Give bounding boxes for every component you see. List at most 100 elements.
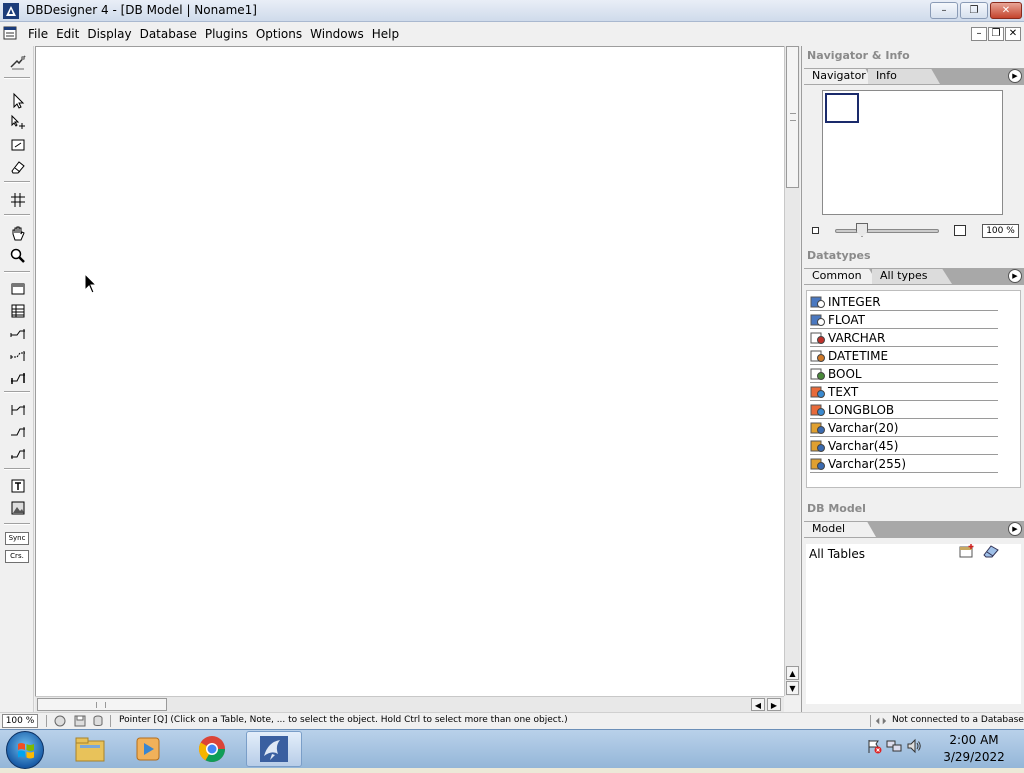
mdi-close-button[interactable]: ✕ — [1005, 27, 1021, 41]
action-center-flag-icon[interactable] — [866, 738, 882, 754]
scroll-down-arrow-icon[interactable]: ▼ — [786, 681, 799, 695]
navigator-viewport-rect[interactable] — [825, 93, 859, 123]
status-divider — [870, 715, 871, 727]
model-canvas[interactable] — [35, 46, 784, 696]
relation-1n-nonid-tool-icon[interactable] — [7, 422, 29, 442]
datatypes-expand-arrow-icon[interactable]: ▶ — [1008, 269, 1022, 283]
database-icon[interactable] — [92, 715, 104, 727]
window-maximize-button[interactable]: ❐ — [960, 2, 988, 19]
menu-plugins[interactable]: Plugins — [201, 26, 252, 42]
mdi-minimize-button[interactable]: – — [971, 27, 987, 41]
move-tool-icon[interactable] — [7, 113, 29, 133]
scroll-up-arrow-icon[interactable]: ▲ — [786, 666, 799, 680]
window-close-button[interactable]: ✕ — [990, 2, 1022, 19]
vertical-scroll-thumb[interactable] — [786, 46, 799, 188]
image-tool-icon[interactable] — [7, 498, 29, 518]
relation-1n-sub-tool-icon[interactable] — [7, 346, 29, 366]
eraser-tool-icon[interactable] — [7, 157, 29, 177]
scroll-right-arrow-icon[interactable]: ▶ — [767, 698, 781, 711]
menu-file[interactable]: File — [24, 26, 52, 42]
tab-model[interactable]: Model — [804, 522, 876, 537]
menu-options[interactable]: Options — [252, 26, 306, 42]
toolbar-separator — [4, 523, 30, 525]
datatype-item[interactable]: LONGBLOB — [810, 401, 998, 419]
datatype-label: INTEGER — [828, 294, 881, 309]
navigator-preview[interactable] — [822, 90, 1003, 215]
dbmodel-expand-arrow-icon[interactable]: ▶ — [1008, 522, 1022, 536]
scale-tool-icon[interactable] — [7, 135, 29, 155]
relation-11-tool-icon[interactable] — [7, 368, 29, 388]
user-type-icon — [810, 422, 825, 434]
menu-display[interactable]: Display — [83, 26, 135, 42]
taskbar-clock[interactable]: 2:00 AM 3/29/2022 — [940, 732, 1008, 766]
datatype-item[interactable]: Varchar(255) — [810, 455, 998, 473]
clock-date: 3/29/2022 — [943, 750, 1005, 764]
datatype-item[interactable]: Varchar(45) — [810, 437, 998, 455]
toolbar-separator — [4, 391, 30, 393]
tab-common[interactable]: Common — [804, 269, 878, 284]
system-tray — [866, 738, 922, 754]
pointer-tool-icon[interactable] — [7, 91, 29, 111]
network-icon[interactable] — [886, 738, 902, 754]
relation-11-nonid-tool-icon[interactable] — [7, 444, 29, 464]
status-zoom-field[interactable]: 100 % — [2, 714, 38, 728]
zoom-slider-track[interactable] — [835, 229, 939, 233]
tab-navigator[interactable]: Navigator — [804, 69, 874, 84]
relation-nm-tool-icon[interactable] — [7, 400, 29, 420]
crs-button[interactable]: Crs. — [5, 550, 29, 563]
taskbar-explorer[interactable] — [62, 731, 118, 767]
media-player-icon — [136, 737, 160, 761]
tree-item-all-tables[interactable]: All Tables — [809, 547, 865, 561]
datatype-label: Varchar(255) — [828, 456, 907, 471]
dbdesigner-logo-icon — [3, 3, 19, 19]
title-bar[interactable]: DBDesigner 4 - [DB Model | Noname1] – ❐ … — [0, 0, 1024, 22]
note-tool-icon[interactable] — [7, 476, 29, 496]
model-tree[interactable] — [806, 544, 1021, 704]
grid-tool-icon[interactable] — [7, 190, 29, 210]
datatype-item[interactable]: DATETIME — [810, 347, 998, 365]
window-minimize-button[interactable]: – — [930, 2, 958, 19]
datatype-item[interactable]: Varchar(20) — [810, 419, 998, 437]
eraser-button[interactable] — [982, 543, 1000, 559]
canvas-vertical-scrollbar[interactable]: ▲ ▼ — [784, 46, 800, 696]
horizontal-scroll-thumb[interactable] — [37, 698, 167, 711]
tab-all-types[interactable]: All types — [872, 269, 952, 284]
datatype-item[interactable]: FLOAT — [810, 311, 998, 329]
windows-logo-icon — [18, 743, 34, 759]
dbmodel-tabstrip: Model ▶ — [804, 521, 1024, 538]
new-table-button[interactable] — [958, 543, 976, 559]
new-view-tool-icon[interactable] — [7, 301, 29, 321]
new-table-tool-icon[interactable] — [7, 279, 29, 299]
taskbar-chrome[interactable] — [184, 731, 240, 767]
record-icon[interactable] — [54, 715, 66, 727]
menu-database[interactable]: Database — [136, 26, 201, 42]
scroll-left-arrow-icon[interactable]: ◀ — [751, 698, 765, 711]
canvas-horizontal-scrollbar[interactable]: ◀ ▶ — [35, 696, 784, 712]
datatype-item[interactable]: BOOL — [810, 365, 998, 383]
hand-tool-icon[interactable] — [7, 224, 29, 244]
taskbar-media-player[interactable] — [121, 731, 177, 767]
relation-1n-tool-icon[interactable] — [7, 324, 29, 344]
zoom-slider-handle[interactable] — [856, 223, 868, 237]
navigator-expand-arrow-icon[interactable]: ▶ — [1008, 69, 1022, 83]
volume-icon[interactable] — [906, 738, 922, 754]
zoom-in-icon[interactable] — [954, 225, 966, 236]
menu-windows[interactable]: Windows — [306, 26, 368, 42]
start-button[interactable] — [6, 731, 44, 769]
menu-help[interactable]: Help — [368, 26, 403, 42]
tab-info[interactable]: Info — [868, 69, 940, 84]
sync-button[interactable]: Sync — [5, 532, 29, 545]
datatype-item[interactable]: TEXT — [810, 383, 998, 401]
navigator-zoom-field[interactable]: 100 % — [982, 224, 1019, 238]
design-mode-icon[interactable] — [7, 52, 29, 72]
taskbar-dbdesigner[interactable] — [246, 731, 302, 767]
datatype-item[interactable]: VARCHAR — [810, 329, 998, 347]
save-disk-icon[interactable] — [74, 715, 86, 727]
mdi-restore-button[interactable]: ❐ — [988, 27, 1004, 41]
zoom-tool-icon[interactable] — [7, 246, 29, 266]
zoom-out-icon[interactable] — [812, 227, 819, 234]
menu-edit[interactable]: Edit — [52, 26, 83, 42]
document-icon[interactable] — [3, 26, 17, 40]
numeric-type-icon — [810, 314, 825, 326]
datatype-item[interactable]: INTEGER — [810, 293, 998, 311]
